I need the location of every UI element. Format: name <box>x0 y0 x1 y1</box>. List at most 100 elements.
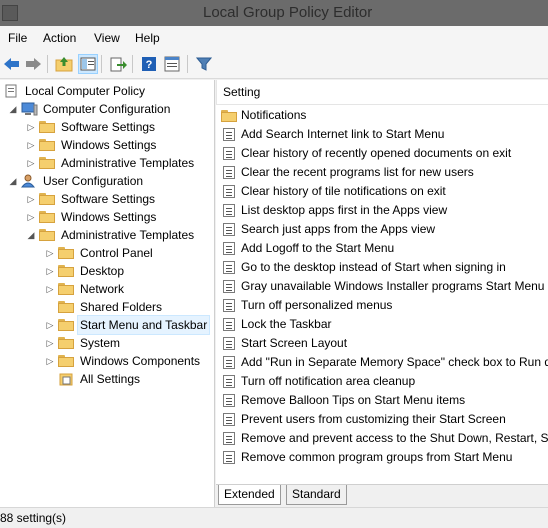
expand-arrow-icon[interactable]: ▷ <box>26 136 36 154</box>
menu-action[interactable]: Action <box>42 26 77 50</box>
expand-arrow-icon[interactable]: ▷ <box>26 118 36 136</box>
toolbar-separator <box>187 55 188 73</box>
list-item[interactable]: Turn off personalized menus <box>221 296 392 315</box>
list-item[interactable]: Start Screen Layout <box>221 334 347 353</box>
tree-node-local-computer-policy[interactable]: Local Computer Policy <box>3 82 147 100</box>
list-item[interactable]: Clear history of recently opened documen… <box>221 144 511 163</box>
tree-label: All Settings <box>80 372 141 386</box>
tree-label: Software Settings <box>61 120 156 134</box>
list-item[interactable]: Clear the recent programs list for new u… <box>221 163 474 182</box>
console-tree[interactable]: Local Computer Policy ◢ Computer Configu… <box>0 80 215 508</box>
svg-text:?: ? <box>146 59 153 71</box>
folder-icon <box>58 300 75 314</box>
tree-node-uc-software-settings[interactable]: ▷ Software Settings <box>26 190 157 208</box>
expand-arrow-icon[interactable]: ▷ <box>45 280 55 298</box>
column-header-setting[interactable]: Setting <box>216 80 548 105</box>
list-item[interactable]: Remove common program groups from Start … <box>221 448 512 467</box>
list-item-folder[interactable]: Notifications <box>221 106 306 125</box>
view-tabs: Extended Standard <box>216 484 548 507</box>
tab-extended[interactable]: Extended <box>218 485 281 505</box>
tree-node-control-panel[interactable]: ▷ Control Panel <box>45 244 155 262</box>
menu-file[interactable]: File <box>7 26 28 50</box>
expand-arrow-icon[interactable]: ▷ <box>45 262 55 280</box>
list-item-label: Go to the desktop instead of Start when … <box>241 260 506 274</box>
filter-icon[interactable] <box>194 54 214 74</box>
tree-label: Desktop <box>80 264 125 278</box>
tree-node-system[interactable]: ▷ System <box>45 334 122 352</box>
list-item-label: Clear history of tile notifications on e… <box>241 184 446 198</box>
list-item[interactable]: List desktop apps first in the Apps view <box>221 201 447 220</box>
help-icon[interactable]: ? <box>139 54 159 74</box>
list-item-label: Clear history of recently opened documen… <box>241 146 512 160</box>
list-item[interactable]: Add Search Internet link to Start Menu <box>221 125 444 144</box>
policy-setting-icon <box>221 318 237 332</box>
tree-node-computer-configuration[interactable]: ◢ Computer Configuration <box>8 100 172 118</box>
policy-setting-icon <box>221 185 237 199</box>
show-hide-tree-icon[interactable] <box>78 54 98 74</box>
tree-node-uc-administrative-templates[interactable]: ◢ Administrative Templates <box>26 226 196 244</box>
tree-node-cc-administrative-templates[interactable]: ▷ Administrative Templates <box>26 154 196 172</box>
back-arrow-icon[interactable] <box>2 54 22 74</box>
tree-node-all-settings[interactable]: All Settings <box>45 370 142 388</box>
title-bar: Local Group Policy Editor <box>0 0 548 26</box>
properties-icon[interactable] <box>162 54 182 74</box>
list-item[interactable]: Go to the desktop instead of Start when … <box>221 258 506 277</box>
app-icon[interactable] <box>2 5 18 21</box>
policy-setting-icon <box>221 280 237 294</box>
tree-node-desktop[interactable]: ▷ Desktop <box>45 262 126 280</box>
list-item-label: Remove and prevent access to the Shut Do… <box>241 431 548 445</box>
tree-node-cc-software-settings[interactable]: ▷ Software Settings <box>26 118 157 136</box>
tree-node-shared-folders[interactable]: Shared Folders <box>45 298 164 316</box>
list-item[interactable]: Clear history of tile notifications on e… <box>221 182 446 201</box>
expand-arrow-icon[interactable]: ▷ <box>45 352 55 370</box>
collapse-arrow-icon[interactable]: ◢ <box>26 226 36 244</box>
list-item[interactable]: Prevent users from customizing their Sta… <box>221 410 506 429</box>
list-item-label: Remove Balloon Tips on Start Menu items <box>241 393 466 407</box>
list-item[interactable]: Gray unavailable Windows Installer progr… <box>221 277 548 296</box>
policy-setting-icon <box>221 166 237 180</box>
export-list-icon[interactable] <box>108 54 128 74</box>
expand-arrow-icon[interactable]: ▷ <box>26 154 36 172</box>
folder-icon <box>39 210 56 224</box>
settings-list[interactable]: Setting Notifications Add Search Interne… <box>216 80 548 484</box>
collapse-arrow-icon[interactable]: ◢ <box>8 172 18 190</box>
tree-node-uc-windows-settings[interactable]: ▷ Windows Settings <box>26 208 158 226</box>
up-folder-icon[interactable] <box>54 54 74 74</box>
list-item[interactable]: Search just apps from the Apps view <box>221 220 435 239</box>
policy-setting-icon <box>221 356 237 370</box>
list-item[interactable]: Add "Run in Separate Memory Space" check… <box>221 353 548 372</box>
tree-label: Software Settings <box>61 192 156 206</box>
policy-setting-icon <box>221 223 237 237</box>
tree-node-cc-windows-settings[interactable]: ▷ Windows Settings <box>26 136 158 154</box>
column-header-label: Setting <box>223 85 261 99</box>
toolbar-separator <box>101 55 102 73</box>
list-item[interactable]: Remove and prevent access to the Shut Do… <box>221 429 548 448</box>
expand-arrow-icon[interactable]: ▷ <box>45 244 55 262</box>
tree-node-network[interactable]: ▷ Network <box>45 280 126 298</box>
menu-view[interactable]: View <box>93 26 121 50</box>
list-item[interactable]: Lock the Taskbar <box>221 315 332 334</box>
list-item[interactable]: Turn off notification area cleanup <box>221 372 415 391</box>
expand-arrow-icon[interactable]: ▷ <box>45 334 55 352</box>
expand-arrow-icon[interactable]: ▷ <box>45 316 55 334</box>
expand-arrow-icon[interactable]: ▷ <box>26 208 36 226</box>
expand-arrow-icon[interactable]: ▷ <box>26 190 36 208</box>
tree-node-start-menu-and-taskbar[interactable]: ▷ Start Menu and Taskbar <box>45 315 211 335</box>
list-item-label: Search just apps from the Apps view <box>241 222 436 236</box>
list-item-label: Turn off personalized menus <box>241 298 393 312</box>
list-item-label: Clear the recent programs list for new u… <box>241 165 474 179</box>
tree-label: System <box>80 336 121 350</box>
tree-node-user-configuration[interactable]: ◢ User Configuration <box>8 172 145 190</box>
list-item[interactable]: Add Logoff to the Start Menu <box>221 239 394 258</box>
policy-setting-icon <box>221 375 237 389</box>
tab-standard[interactable]: Standard <box>286 485 347 505</box>
folder-icon <box>58 282 75 296</box>
menu-help[interactable]: Help <box>134 26 161 50</box>
folder-icon <box>58 336 75 350</box>
list-item-label: Start Screen Layout <box>241 336 348 350</box>
tree-label: Start Menu and Taskbar <box>76 315 211 335</box>
list-item[interactable]: Remove Balloon Tips on Start Menu items <box>221 391 465 410</box>
collapse-arrow-icon[interactable]: ◢ <box>8 100 18 118</box>
tree-node-windows-components[interactable]: ▷ Windows Components <box>45 352 202 370</box>
forward-arrow-icon[interactable] <box>23 54 43 74</box>
